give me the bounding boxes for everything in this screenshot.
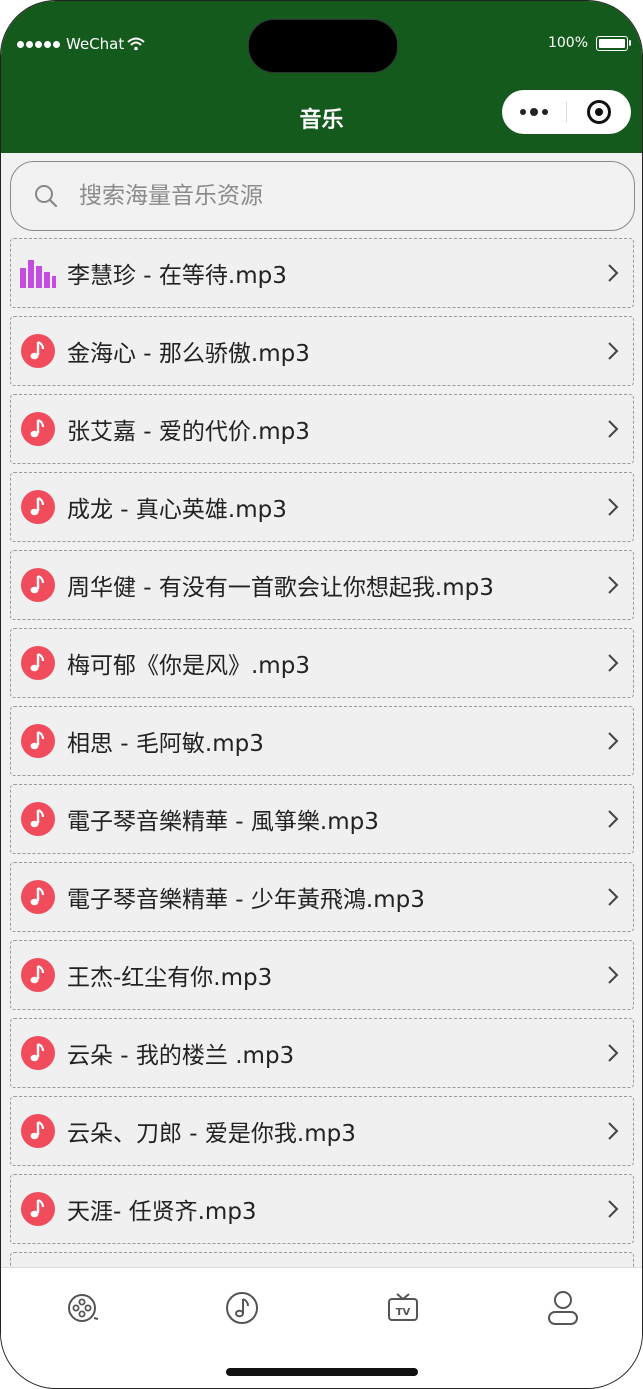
song-title: 電子琴音樂精華 - 風箏樂.mp3 [67,809,379,835]
carrier-label: WeChat [66,35,125,53]
music-note-icon [20,879,56,915]
song-title: 王杰-红尘有你.mp3 [67,965,273,991]
status-bar-right: 100% [547,35,631,51]
chevron-right-icon [607,575,619,599]
song-title: 電子琴音樂精華 - 少年黃飛鴻.mp3 [67,887,425,913]
music-note-icon [20,723,56,759]
song-title: 云朵、刀郎 - 爱是你我.mp3 [67,1121,356,1147]
chevron-right-icon [607,1199,619,1223]
chevron-right-icon [607,1121,619,1145]
signal-icon [17,40,62,48]
chevron-right-icon [607,887,619,911]
song-title: 成龙 - 真心英雄.mp3 [67,497,287,523]
phone-frame: WeChat 100% 音乐 李慧珍 - 在等待.mp3 金海心 - 那么骄傲.m… [0,0,643,1389]
song-row[interactable]: 電子琴音樂精華 - 少年黃飛鴻.mp3 [10,862,634,932]
song-list: 李慧珍 - 在等待.mp3 金海心 - 那么骄傲.mp3 张艾嘉 - 爱的代价.mp… [10,238,634,1330]
song-title: 相思 - 毛阿敏.mp3 [67,731,264,757]
home-indicator [226,1368,418,1376]
tab-profile[interactable] [543,1288,583,1328]
song-title: 天涯- 任贤齐.mp3 [67,1199,257,1225]
song-row[interactable]: 相思 - 毛阿敏.mp3 [10,706,634,776]
song-title: 云朵 - 我的楼兰 .mp3 [67,1043,295,1069]
chevron-right-icon [607,419,619,443]
dynamic-island [248,19,398,73]
music-note-icon [20,957,56,993]
target-icon[interactable] [567,100,631,124]
battery-label: 100% [547,35,588,51]
song-row[interactable]: 云朵 - 我的楼兰 .mp3 [10,1018,634,1088]
song-row[interactable]: 周华健 - 有没有一首歌会让你想起我.mp3 [10,550,634,620]
song-row[interactable]: 電子琴音樂精華 - 風箏樂.mp3 [10,784,634,854]
song-title: 李慧珍 - 在等待.mp3 [67,263,287,289]
more-dots-icon[interactable] [502,108,566,116]
battery-icon [596,35,631,51]
song-row[interactable]: 金海心 - 那么骄傲.mp3 [10,316,634,386]
chevron-right-icon [607,809,619,833]
search-input[interactable] [77,182,581,210]
music-note-icon [20,333,56,369]
song-title: 周华健 - 有没有一首歌会让你想起我.mp3 [67,575,494,601]
tab-tv[interactable]: TV [383,1288,423,1328]
chevron-right-icon [607,263,619,287]
music-note-icon [20,1191,56,1227]
equalizer-icon [20,255,56,291]
music-note-icon [20,645,56,681]
chevron-right-icon [607,341,619,365]
status-bar-left: WeChat [17,35,145,53]
search-icon [35,185,58,208]
music-note-icon [20,801,56,837]
song-row[interactable]: 云朵、刀郎 - 爱是你我.mp3 [10,1096,634,1166]
song-row[interactable]: 李慧珍 - 在等待.mp3 [10,238,634,308]
chevron-right-icon [607,731,619,755]
chevron-right-icon [607,497,619,521]
song-title: 梅可郁《你是风》.mp3 [67,653,310,679]
chevron-right-icon [607,965,619,989]
song-row[interactable]: 成龙 - 真心英雄.mp3 [10,472,634,542]
song-row[interactable]: 梅可郁《你是风》.mp3 [10,628,634,698]
music-note-icon [20,1035,56,1071]
film-reel-icon [68,1294,99,1322]
tv-icon: TV [388,1293,418,1321]
user-icon [548,1291,578,1325]
svg-text:TV: TV [396,1307,411,1318]
song-title: 金海心 - 那么骄傲.mp3 [67,341,310,367]
music-note-icon [20,567,56,603]
song-row[interactable]: 天涯- 任贤齐.mp3 [10,1174,634,1244]
music-note-icon [226,1292,258,1324]
song-title: 张艾嘉 - 爱的代价.mp3 [67,419,310,445]
music-note-icon [20,489,56,525]
chevron-right-icon [607,1043,619,1067]
music-note-icon [20,1113,56,1149]
navigation-header: WeChat 100% 音乐 [1,1,642,153]
wifi-icon [127,37,145,51]
tab-music[interactable] [222,1288,262,1328]
chevron-right-icon [607,653,619,677]
song-row[interactable]: 王杰-红尘有你.mp3 [10,940,634,1010]
music-note-icon [20,411,56,447]
tab-film[interactable] [62,1288,102,1328]
search-bar[interactable] [10,161,635,231]
song-row[interactable]: 张艾嘉 - 爱的代价.mp3 [10,394,634,464]
mini-program-capsule [502,90,631,134]
